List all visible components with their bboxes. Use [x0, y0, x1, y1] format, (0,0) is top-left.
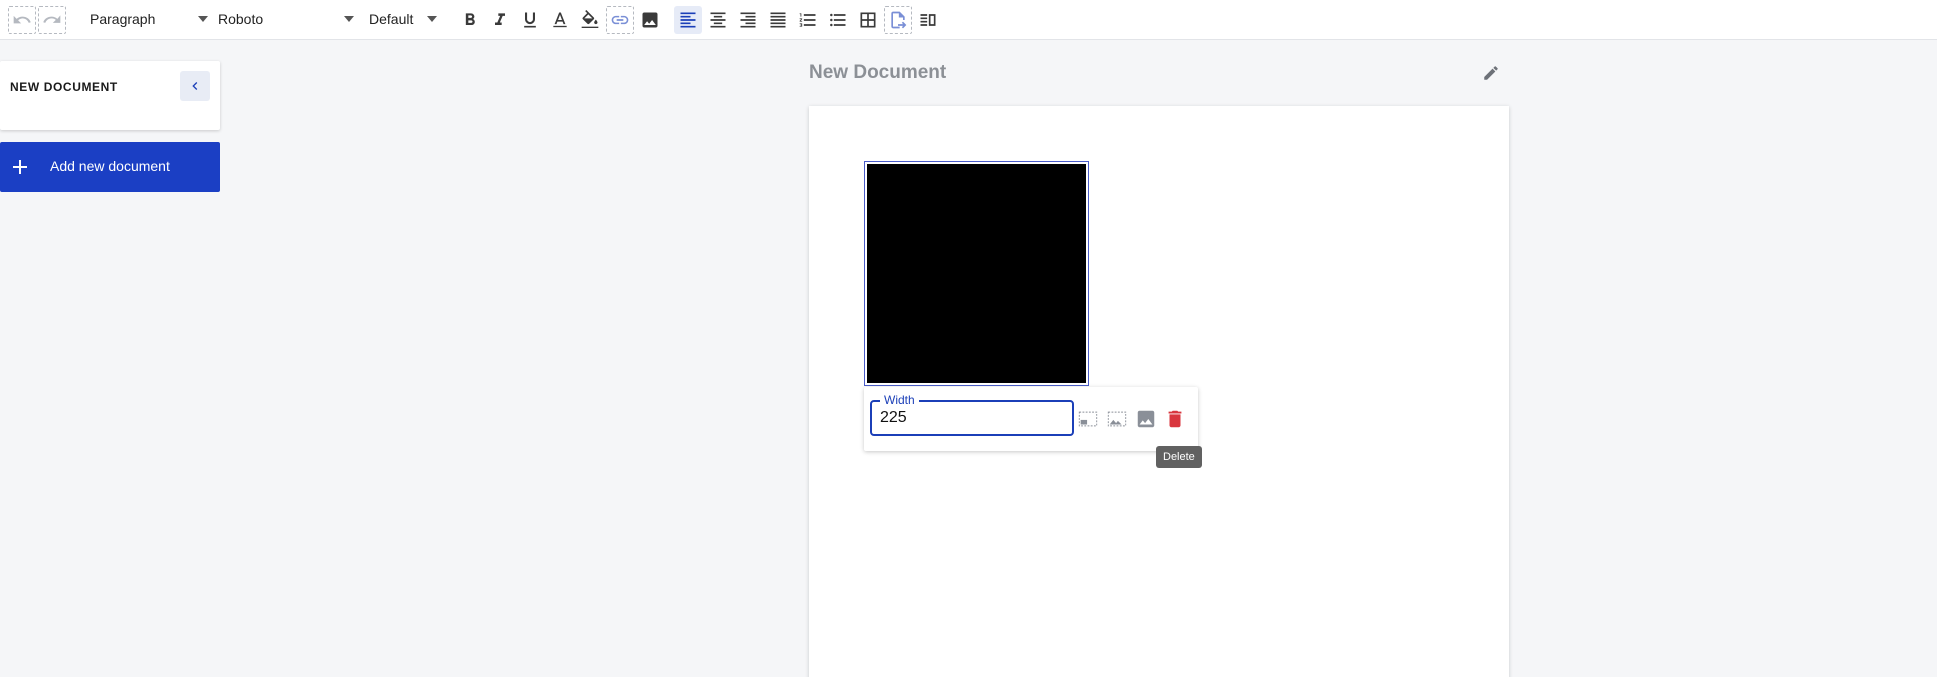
italic-icon: [495, 13, 505, 25]
underline-icon: [524, 12, 536, 28]
block-format-select[interactable]: Paragraph: [90, 8, 208, 30]
add-new-document-label: Add new document: [50, 158, 170, 174]
image-content: [867, 164, 1086, 383]
delete-image-button[interactable]: [1163, 407, 1187, 431]
numbered-list-button[interactable]: [794, 6, 822, 34]
page-break-button[interactable]: [884, 6, 912, 34]
font-size-value: Default: [369, 11, 414, 27]
collapse-sidebar-button[interactable]: [180, 71, 210, 101]
delete-tooltip: Delete: [1156, 446, 1202, 468]
align-justify-button[interactable]: [764, 6, 792, 34]
chevron-left-icon: [192, 82, 198, 90]
columns-button[interactable]: [914, 6, 942, 34]
image-inline-icon: [1107, 411, 1127, 427]
chevron-down-icon: [198, 16, 208, 22]
italic-button[interactable]: [486, 6, 514, 34]
undo-button[interactable]: [8, 6, 36, 34]
pencil-icon: [1484, 66, 1498, 80]
bulleted-list-button[interactable]: [824, 6, 852, 34]
align-left-button[interactable]: [674, 6, 702, 34]
align-center-button[interactable]: [704, 6, 732, 34]
align-center-icon: [710, 12, 726, 28]
editor-toolbar: Paragraph Roboto Default: [0, 0, 1937, 40]
redo-icon: [43, 15, 61, 23]
image-width-label: Width: [880, 393, 919, 407]
edit-title-button[interactable]: [1482, 64, 1502, 84]
image-toolbar: Width: [864, 387, 1198, 451]
link-button[interactable]: [606, 6, 634, 34]
undo-icon: [13, 15, 31, 24]
text-color-icon: [553, 12, 567, 28]
align-image-left-button[interactable]: [1076, 407, 1100, 431]
align-right-button[interactable]: [734, 6, 762, 34]
image-icon: [642, 12, 658, 28]
bulleted-list-icon: [830, 13, 846, 27]
link-icon: [611, 15, 629, 25]
highlight-button[interactable]: [576, 6, 604, 34]
align-image-inline-button[interactable]: [1105, 407, 1129, 431]
columns-icon: [920, 14, 936, 26]
redo-button[interactable]: [38, 6, 66, 34]
insert-image-button[interactable]: [636, 6, 664, 34]
font-size-select[interactable]: Default: [369, 8, 437, 30]
image-width-field[interactable]: Width: [870, 393, 1074, 436]
image-icon: [1137, 410, 1155, 428]
table-button[interactable]: [854, 6, 882, 34]
document-list-card: NEW DOCUMENT: [0, 61, 220, 130]
font-family-value: Roboto: [218, 11, 264, 27]
image-full-width-button[interactable]: [1134, 407, 1158, 431]
align-right-icon: [740, 12, 756, 28]
sidebar-document-title[interactable]: NEW DOCUMENT: [10, 80, 118, 94]
page-break-icon: [891, 11, 907, 29]
selected-image[interactable]: [864, 161, 1089, 386]
trash-icon: [1168, 410, 1182, 428]
add-new-document-button[interactable]: Add new document: [0, 142, 220, 192]
document-title[interactable]: New Document: [809, 62, 946, 84]
plus-icon: [13, 160, 27, 174]
font-family-select[interactable]: Roboto: [218, 8, 354, 30]
bold-button[interactable]: [456, 6, 484, 34]
block-format-value: Paragraph: [90, 11, 156, 27]
align-left-icon: [680, 12, 696, 28]
highlight-icon: [581, 10, 599, 28]
text-color-button[interactable]: [546, 6, 574, 34]
underline-button[interactable]: [516, 6, 544, 34]
numbered-list-icon: [799, 13, 816, 27]
image-width-input[interactable]: [880, 409, 1060, 427]
chevron-down-icon: [344, 16, 354, 22]
table-icon: [860, 12, 876, 28]
bold-icon: [465, 13, 475, 25]
align-justify-icon: [770, 12, 786, 28]
image-inline-left-icon: [1078, 411, 1098, 427]
chevron-down-icon: [427, 16, 437, 22]
